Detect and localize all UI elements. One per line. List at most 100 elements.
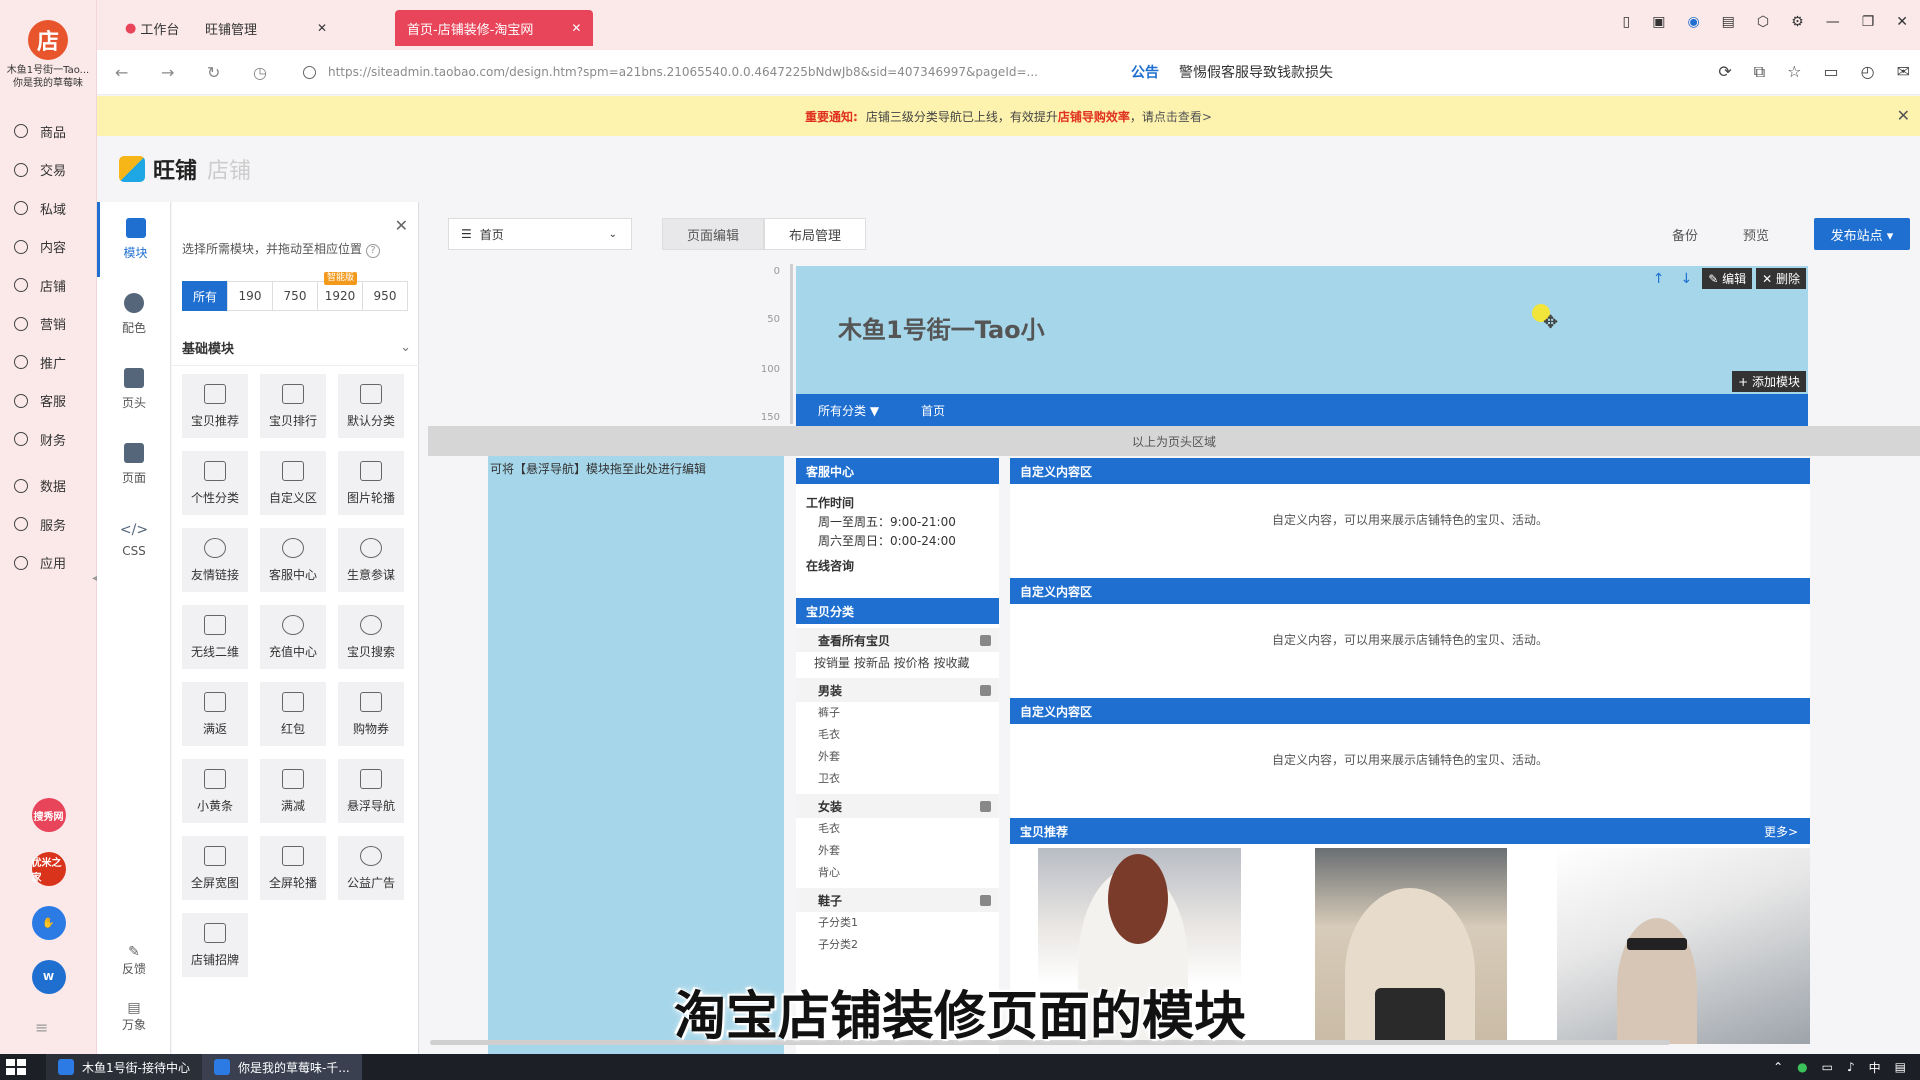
module-tile[interactable]: 全屏宽图 [182,836,248,900]
category-sub[interactable]: 裤子 [796,702,999,724]
module-tile[interactable]: 公益广告 [338,836,404,900]
float-nav-dropzone[interactable]: 可将【悬浮导航】模块拖至此处进行编辑 [488,456,784,1054]
service-center-header[interactable]: 客服中心 [796,458,999,484]
rail-item-private[interactable]: 私域 [0,189,96,228]
app-icon-souxiu[interactable]: 搜秀网 [31,798,66,832]
category-sub[interactable]: 毛衣 [796,724,999,746]
add-module-button[interactable]: + 添加模块 [1732,371,1806,392]
windows-start-icon[interactable] [6,1059,26,1075]
collapse-icon[interactable] [980,800,991,812]
filter-750[interactable]: 750 [272,281,318,311]
message-icon[interactable]: ✉ [1897,62,1910,82]
nav-home[interactable]: 首页 [921,402,945,419]
category-sub[interactable]: 卫衣 [796,768,999,790]
basic-modules-header[interactable]: 基础模块 ⌄ [172,330,419,366]
rail-item-content[interactable]: 内容 [0,228,96,267]
category-all[interactable]: 查看所有宝贝 [796,628,999,652]
settings-icon[interactable]: ⚙ [1791,14,1804,30]
category-group[interactable]: 男装 [796,678,999,702]
module-tile[interactable]: 自定义区 [260,451,326,515]
reload-icon[interactable]: ⟳ [1718,62,1731,82]
close-icon[interactable]: ✕ [395,216,408,235]
close-icon[interactable]: ✕ [571,21,581,35]
app-icon-youmi[interactable]: 优米之家 [31,852,66,886]
phone-icon[interactable]: ▯ [1623,14,1631,30]
tool-header[interactable]: 页头 [97,352,171,427]
module-tile[interactable]: 小黄条 [182,759,248,823]
restore-icon[interactable]: ❐ [1862,14,1875,30]
collapse-icon[interactable] [980,894,991,906]
volume-icon[interactable]: ♪ [1847,1060,1855,1074]
category-sub[interactable]: 毛衣 [796,818,999,840]
module-tile[interactable]: 默认分类 [338,374,404,438]
category-sub[interactable]: 子分类1 [796,912,999,934]
alert-link[interactable]: 点击查看> [1154,108,1212,125]
category-header[interactable]: 宝贝分类 [796,598,999,624]
tool-css[interactable]: </> CSS [97,502,171,577]
page-select[interactable]: ☰ 首页 ⌄ [448,218,632,250]
help-icon[interactable]: ? [366,244,381,258]
filter-950[interactable]: 950 [362,281,408,311]
delete-button[interactable]: ✕ 删除 [1756,268,1806,289]
rail-item-trade[interactable]: 交易 [0,151,96,190]
tab-workbench[interactable]: ● 工作台 [125,10,179,46]
edit-button[interactable]: ✎ 编辑 [1702,268,1753,289]
category-group[interactable]: 女装 [796,794,999,818]
notice-title[interactable]: 公告 [1131,62,1159,82]
category-sub[interactable]: 外套 [796,746,999,768]
arrow-up-icon[interactable]: ↑ [1647,271,1671,287]
rail-item-promote[interactable]: 推广 [0,343,96,382]
avatar-icon[interactable]: ◉ [1687,14,1699,30]
taskbar-item[interactable]: 你是我的草莓味-千... [201,1054,362,1080]
collections-icon[interactable]: ▭ [1824,62,1839,82]
category-sort-links[interactable]: 按销量 按新品 按价格 按收藏 [796,652,999,674]
network-icon[interactable]: ▭ [1822,1060,1833,1074]
custom-area-header[interactable]: 自定义内容区 [1010,458,1810,484]
tool-page[interactable]: 页面 [97,427,171,502]
taskbar-item[interactable]: 木鱼1号街-接待中心 [46,1054,202,1080]
puzzle-icon[interactable]: ⬡ [1757,14,1769,30]
user-name[interactable]: 木鱼1号街一Tao... 你是我的草莓味 [0,64,96,90]
custom-area-header[interactable]: 自定义内容区 [1010,698,1810,724]
rail-item-shop[interactable]: 店铺 [0,266,96,305]
module-tile[interactable]: 宝贝搜索 [338,605,404,669]
recommend-header[interactable]: 宝贝推荐 更多> [1010,818,1810,844]
tab-shop-decoration[interactable]: 首页-店铺装修-淘宝网 ✕ [395,10,594,46]
module-tile[interactable]: 客服中心 [260,528,326,592]
module-tile[interactable]: 充值中心 [260,605,326,669]
rail-item-services[interactable]: 服务 [0,505,96,544]
app-icon-hand[interactable]: ✋ [31,906,66,940]
ime-icon[interactable]: 中 [1869,1059,1881,1076]
tool-colors[interactable]: 配色 [97,277,171,352]
rail-item-service[interactable]: 客服 [0,382,96,421]
notice-text[interactable]: 警惕假客服导致钱款损失 [1179,62,1333,82]
layout-icon[interactable]: ▣ [1652,14,1665,30]
module-tile[interactable]: 悬浮导航 [338,759,404,823]
category-sub[interactable]: 外套 [796,840,999,862]
tab-wangpu[interactable]: 旺铺管理 ✕ [205,10,327,46]
rail-item-marketing[interactable]: 营销 [0,305,96,344]
rail-item-apps[interactable]: 应用 [0,544,96,583]
url-field[interactable]: https://siteadmin.taobao.com/design.htm?… [303,57,1103,87]
module-tile[interactable]: 店铺招牌 [182,913,248,977]
module-tile[interactable]: 全屏轮播 [260,836,326,900]
forward-icon[interactable]: → [161,63,189,82]
copy-icon[interactable]: ⧉ [1754,62,1765,82]
refresh-icon[interactable]: ↻ [207,63,235,82]
chevron-up-icon[interactable]: ⌃ [1773,1060,1783,1074]
wechat-icon[interactable]: ● [1797,1060,1807,1074]
module-tile[interactable]: 友情链接 [182,528,248,592]
close-icon[interactable]: ✕ [1897,106,1910,125]
category-sub[interactable]: 子分类2 [796,934,999,956]
module-tile[interactable]: 无线二维 [182,605,248,669]
rail-item-goods[interactable]: 商品 [0,112,96,151]
collapse-icon[interactable] [980,634,991,646]
arrow-down-icon[interactable]: ↓ [1675,271,1699,287]
category-sub[interactable]: 背心 [796,862,999,884]
filter-all[interactable]: 所有 [182,281,228,311]
publish-button[interactable]: 发布站点 ▾ [1814,218,1910,250]
nav-all-categories[interactable]: 所有分类 ▼ [818,402,879,419]
minimize-icon[interactable]: — [1826,14,1840,30]
close-window-icon[interactable]: ✕ [1896,14,1908,30]
filter-1920[interactable]: 智能版 1920 [317,272,363,311]
